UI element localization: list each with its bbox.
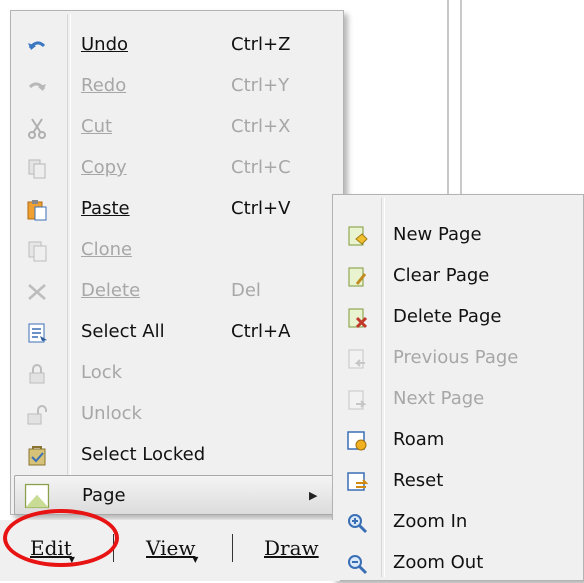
menu-item-label: Copy [81,157,127,178]
menu-item-label: Delete Page [393,306,502,327]
submenu-item-reset[interactable]: Reset [336,461,580,501]
shortcut-label: Del [231,280,261,301]
page-icon [24,483,50,509]
menu-item-label: Next Page [393,388,485,409]
delete-page-icon [348,308,368,329]
menu-item-label: Clone [81,239,133,260]
lock-icon [29,364,45,384]
zoom-in-icon [348,514,368,534]
menu-item-copy[interactable]: Copy Ctrl+C [14,148,340,188]
paste-icon [27,200,47,221]
menu-item-redo[interactable]: Redo Ctrl+Y [14,66,340,106]
page-submenu: New Page Clear Page Delete Page Previous… [332,194,584,581]
menu-item-label: Previous Page [393,347,519,368]
menubar-draw-label: Draw [264,536,319,560]
menu-item-lock[interactable]: Lock [14,353,340,393]
menu-item-delete[interactable]: Delete Del [14,271,340,311]
menu-item-select-all[interactable]: Select All Ctrl+A [14,312,340,352]
menu-item-label: Unlock [81,403,142,424]
shortcut-label: Ctrl+C [231,157,291,178]
select-locked-icon [28,446,46,466]
menu-item-label: Select Locked [81,444,206,465]
menubar-draw[interactable]: Draw [264,536,319,560]
submenu-item-next-page[interactable]: Next Page [336,379,580,419]
menu-item-select-locked[interactable]: Select Locked [14,435,340,475]
shortcut-label: Ctrl+Y [231,75,290,96]
roam-icon [347,431,367,451]
menu-item-label: Lock [81,362,123,383]
select-all-icon [28,323,47,343]
menubar-separator [232,534,233,562]
next-page-icon [348,390,367,410]
menu-item-label: Redo [81,75,127,96]
menu-item-label: Delete [81,280,141,301]
menu-item-label: Undo [81,34,129,55]
shortcut-label: Ctrl+X [231,116,291,137]
previous-page-icon [348,349,365,369]
menu-item-unlock[interactable]: Unlock [14,394,340,434]
window-divider [447,0,449,200]
menu-item-label: Cut [81,116,113,137]
menu-item-cut[interactable]: Cut Ctrl+X [14,107,340,147]
scissors-icon [28,118,46,139]
submenu-item-delete-page[interactable]: Delete Page [336,297,580,337]
delete-icon [28,284,46,300]
submenu-item-clear-page[interactable]: Clear Page [336,256,580,296]
shortcut-label: Ctrl+Z [231,34,291,55]
menu-item-label: Reset [393,470,444,491]
shortcut-label: Ctrl+A [231,321,291,342]
copy-icon [28,159,46,179]
submenu-item-zoom-out[interactable]: Zoom Out [336,543,580,583]
unlock-icon [27,405,47,425]
reset-icon [347,472,368,491]
shortcut-label: Ctrl+V [231,198,291,219]
menu-item-label: Paste [81,198,130,219]
redo-icon [28,82,46,91]
undo-icon [28,41,46,50]
dropdown-caret-icon: ▼ [192,555,199,564]
menu-item-clone[interactable]: Clone [14,230,340,270]
edit-menu: Undo Ctrl+Z Redo Ctrl+Y Cut Ctrl+X Copy … [10,10,344,515]
clone-icon [28,241,47,262]
menu-item-undo[interactable]: Undo Ctrl+Z [14,25,340,65]
menu-item-label: Zoom Out [393,552,484,573]
submenu-item-previous-page[interactable]: Previous Page [336,338,580,378]
menu-item-label: Page [82,485,126,506]
menu-item-label: Zoom In [393,511,468,532]
menu-item-label: Roam [393,429,445,450]
submenu-item-roam[interactable]: Roam [336,420,580,460]
submenu-arrow-icon: ▶ [309,489,318,502]
menu-item-paste[interactable]: Paste Ctrl+V [14,189,340,229]
menubar-view[interactable]: View ▼ [146,536,198,564]
submenu-item-new-page[interactable]: New Page [336,215,580,255]
submenu-item-zoom-in[interactable]: Zoom In [336,502,580,542]
window-divider [460,0,462,200]
menu-item-label: Clear Page [393,265,490,286]
new-page-icon [348,226,368,246]
zoom-out-icon [348,555,368,575]
menu-item-label: New Page [393,224,482,245]
menubar-view-label: View [146,536,196,560]
menu-item-label: Select All [81,321,165,342]
annotation-circle [3,509,119,567]
clear-page-icon [348,267,367,287]
